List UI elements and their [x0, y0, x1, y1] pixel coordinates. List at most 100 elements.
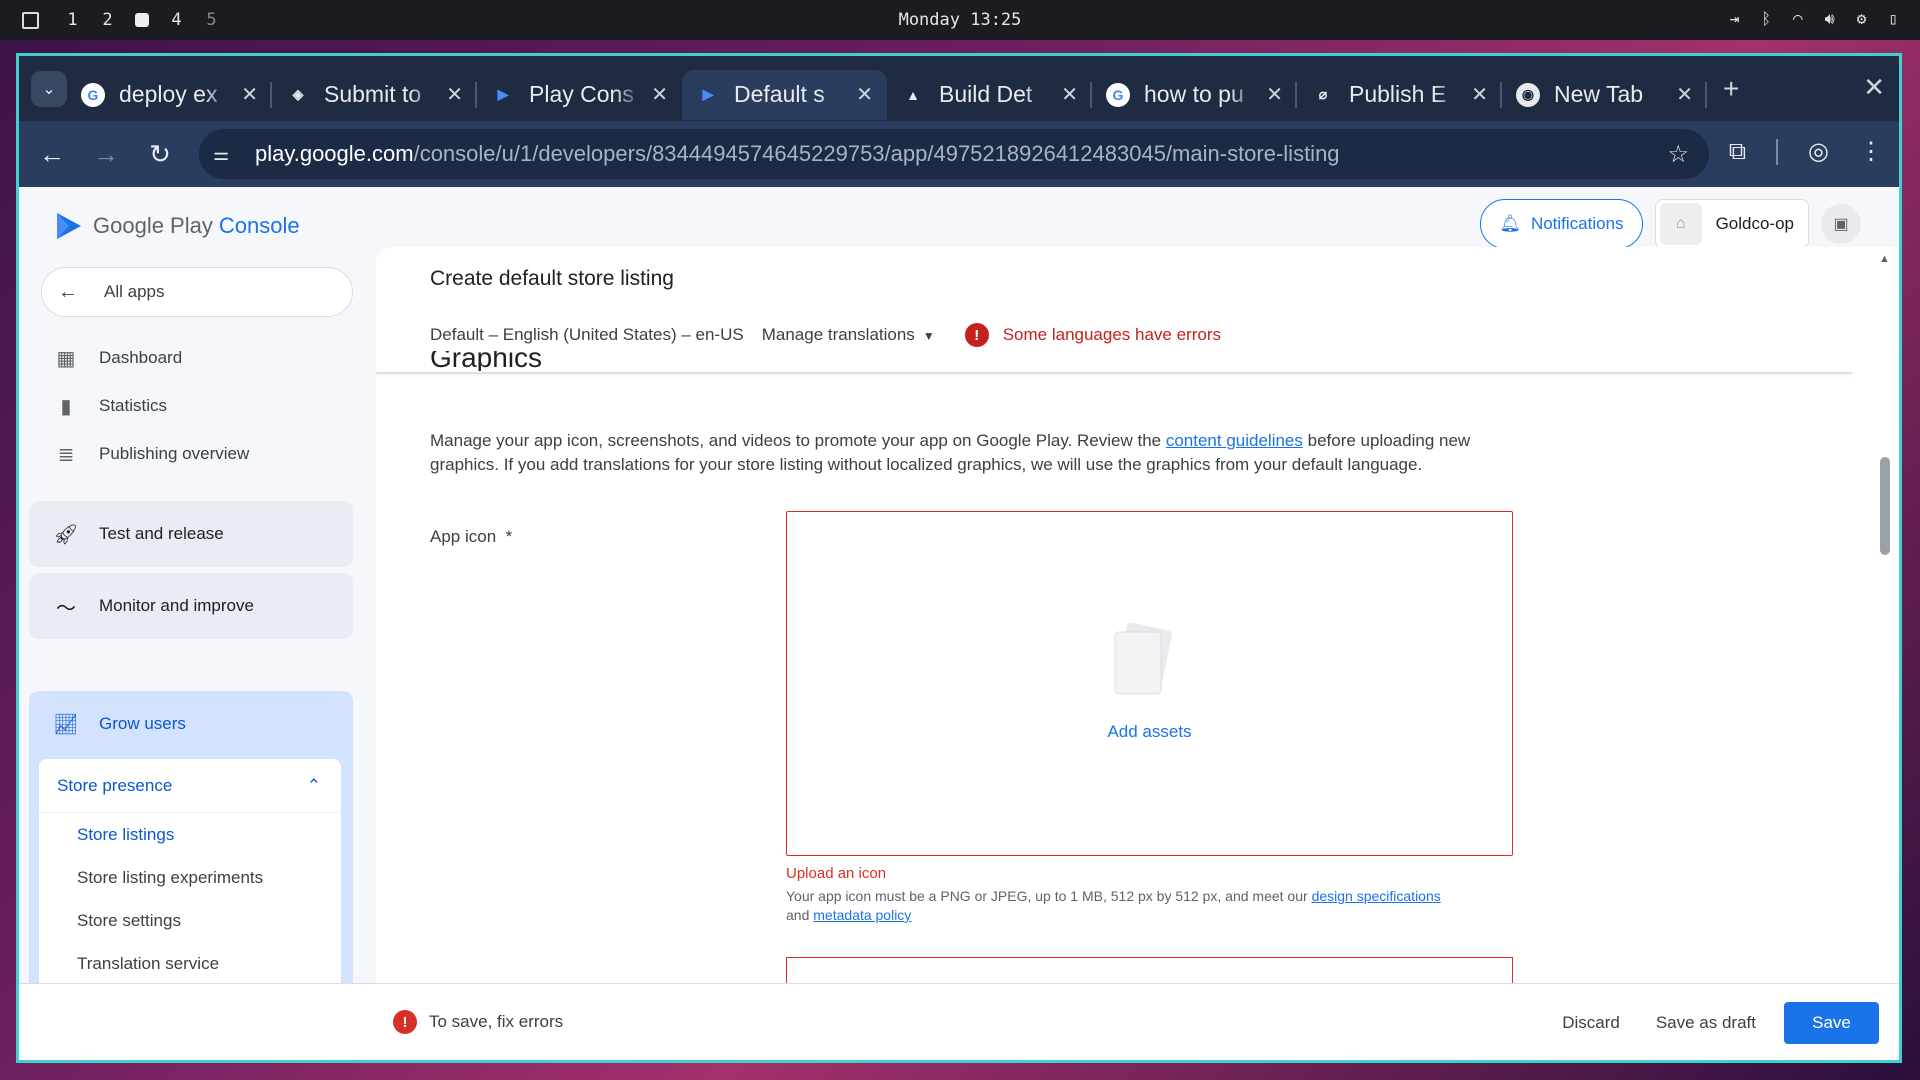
settings-icon[interactable]: ⚙︎ [1857, 9, 1867, 29]
account-name: Goldco-op [1715, 214, 1794, 233]
dropdown-arrow-icon: ▼ [922, 329, 935, 343]
main-content: Graphics Create default store listing De… [376, 247, 1899, 983]
sidebar-item-statistics[interactable]: ▮ Statistics [53, 393, 167, 419]
reload-button[interactable]: ↻ [133, 139, 187, 170]
content-guidelines-link[interactable]: content guidelines [1166, 431, 1303, 450]
sidebar-section-monitor-and-improve[interactable]: 〜 Monitor and improve [29, 573, 353, 639]
manage-translations-dropdown[interactable]: Manage translations ▼ [762, 325, 935, 345]
menu-kebab-icon[interactable]: ⋮ [1859, 137, 1883, 166]
bottom-action-bar: ! To save, fix errors Discard Save as dr… [19, 983, 1899, 1060]
save-as-draft-button[interactable]: Save as draft [1648, 1003, 1764, 1043]
main-scrollbar[interactable]: ▲ [1877, 247, 1891, 983]
tab-how-to[interactable]: G how to pu ✕ [1092, 70, 1297, 120]
sticky-header-divider [376, 372, 1852, 374]
wifi-icon[interactable]: ◠ [1793, 9, 1803, 29]
developer-profile-icon[interactable]: ▣ [1821, 204, 1861, 244]
bell-icon: 🔔︎ [1499, 214, 1521, 233]
tab-label: Publish E [1349, 81, 1447, 107]
tab-label: Build Det [939, 81, 1033, 107]
play-console-icon: ▶ [702, 86, 714, 102]
account-avatar: ⌂ [1659, 203, 1702, 245]
window-close-icon[interactable]: ✕ [1863, 72, 1885, 103]
all-apps-label: All apps [104, 282, 165, 301]
google-icon: G [1106, 82, 1130, 107]
expo-build-icon: ▲ [906, 86, 920, 103]
publishing-icon: ≣ [57, 443, 75, 466]
tab-submit[interactable]: ◈ Submit to ✕ [272, 70, 477, 120]
play-console-logo-icon [57, 213, 81, 239]
next-asset-dropzone[interactable] [786, 957, 1513, 983]
close-icon[interactable]: ✕ [241, 82, 258, 107]
browser-toolbar: ← → ↻ ⚌ play.google.com/console/u/1/deve… [19, 121, 1899, 187]
tab-separator [1705, 81, 1707, 108]
header-actions: 🔔︎ Notifications ⌂ Goldco-op ▣ [1480, 199, 1861, 249]
close-icon[interactable]: ✕ [856, 82, 873, 107]
close-icon[interactable]: ✕ [651, 82, 668, 107]
site-info-icon[interactable]: ⚌ [213, 144, 249, 165]
tab-default-store-listing[interactable]: ▶ Default s ✕ [682, 69, 887, 120]
sidebar-item-dashboard[interactable]: ▦ Dashboard [53, 345, 183, 371]
new-tab-button[interactable]: + [1723, 73, 1739, 105]
close-icon[interactable]: ✕ [1676, 82, 1693, 107]
upload-icon-error: Upload an icon [786, 865, 887, 882]
extensions-icon[interactable]: ⧉ [1729, 138, 1746, 166]
volume-icon[interactable]: 🔊︎ [1825, 9, 1835, 29]
brand-google-play: Google Play [93, 213, 213, 238]
expo-icon: ◈ [292, 86, 304, 102]
store-presence-header[interactable]: Store presence ⌃ [39, 759, 341, 813]
google-icon: G [81, 82, 105, 107]
design-specifications-link[interactable]: design specifications [1312, 888, 1441, 904]
app-icon-help: Your app icon must be a PNG or JPEG, up … [786, 887, 1526, 925]
grow-users-header[interactable]: 📈︎ Grow users [29, 691, 353, 757]
arrow-back-icon: ← [58, 280, 78, 303]
play-console-page: Google Play Console 🔔︎ Notifications ⌂ G… [19, 187, 1899, 1060]
sidebar-item-label: Statistics [99, 396, 168, 415]
app-icon-dropzone[interactable]: Add assets [786, 511, 1513, 856]
error-icon: ! [393, 1010, 417, 1034]
forward-button[interactable]: → [79, 139, 133, 170]
tab-build-details[interactable]: ▲ Build Det ✕ [887, 70, 1092, 120]
bookmark-star-icon[interactable]: ☆ [1667, 140, 1689, 169]
close-icon[interactable]: ✕ [446, 82, 463, 107]
tab-play-console[interactable]: ▶ Play Cons ✕ [477, 70, 682, 120]
profile-icon[interactable]: ◎ [1808, 137, 1829, 166]
tab-publish[interactable]: ⌀ Publish E ✕ [1297, 70, 1502, 120]
sidebar-item-translation-service[interactable]: Translation service [39, 942, 341, 985]
close-icon[interactable]: ✕ [1266, 82, 1283, 107]
close-icon[interactable]: ✕ [1061, 82, 1078, 107]
save-button[interactable]: Save [1784, 1002, 1879, 1044]
url-text[interactable]: play.google.com/console/u/1/developers/8… [255, 141, 1340, 167]
tab-label: Default s [734, 81, 825, 107]
scroll-up-icon[interactable]: ▲ [1879, 253, 1890, 265]
language-errors-notice[interactable]: ! Some languages have errors [964, 323, 1221, 347]
sidebar-item-store-listings[interactable]: Store listings [39, 813, 341, 856]
metadata-policy-link[interactable]: metadata policy [813, 907, 911, 923]
tab-new-tab[interactable]: ◉ New Tab ✕ [1502, 70, 1707, 120]
play-console-logo[interactable]: Google Play Console [55, 211, 300, 241]
battery-icon[interactable]: ▯ [1888, 9, 1898, 29]
sidebar-item-label: Dashboard [99, 348, 183, 367]
logout-icon[interactable]: ⇥ [1730, 9, 1740, 29]
notifications-button[interactable]: 🔔︎ Notifications [1480, 199, 1643, 249]
add-assets-button[interactable]: Add assets [787, 722, 1512, 742]
tab-deploy[interactable]: G deploy ex ✕ [67, 70, 272, 120]
scrollbar-thumb[interactable] [1880, 457, 1890, 555]
all-apps-button[interactable]: ← All apps [41, 267, 353, 317]
address-bar[interactable]: ⚌ play.google.com/console/u/1/developers… [199, 129, 1709, 179]
close-icon[interactable]: ✕ [1471, 82, 1488, 107]
back-button[interactable]: ← [25, 139, 79, 170]
language-errors-text: Some languages have errors [1002, 325, 1221, 344]
dashboard-icon: ▦ [56, 347, 76, 370]
bluetooth-icon[interactable]: ᛒ [1761, 9, 1771, 29]
tab-label: deploy ex [119, 81, 218, 107]
browser-window: ⌄ G deploy ex ✕ ◈ Submit to ✕ ▶ Play Con… [16, 53, 1902, 1063]
sidebar-item-publishing-overview[interactable]: ≣ Publishing overview [53, 441, 250, 467]
sidebar-item-store-settings[interactable]: Store settings [39, 899, 341, 942]
discard-button[interactable]: Discard [1554, 1003, 1628, 1043]
tab-search-button[interactable]: ⌄ [31, 70, 67, 107]
developer-account-button[interactable]: ⌂ Goldco-op [1654, 199, 1809, 249]
notifications-label: Notifications [1530, 214, 1624, 233]
sidebar-section-test-and-release[interactable]: 🚀︎ Test and release [29, 501, 353, 567]
sidebar-item-store-listing-experiments[interactable]: Store listing experiments [39, 856, 341, 899]
sidebar-section-label: Test and release [99, 524, 224, 543]
